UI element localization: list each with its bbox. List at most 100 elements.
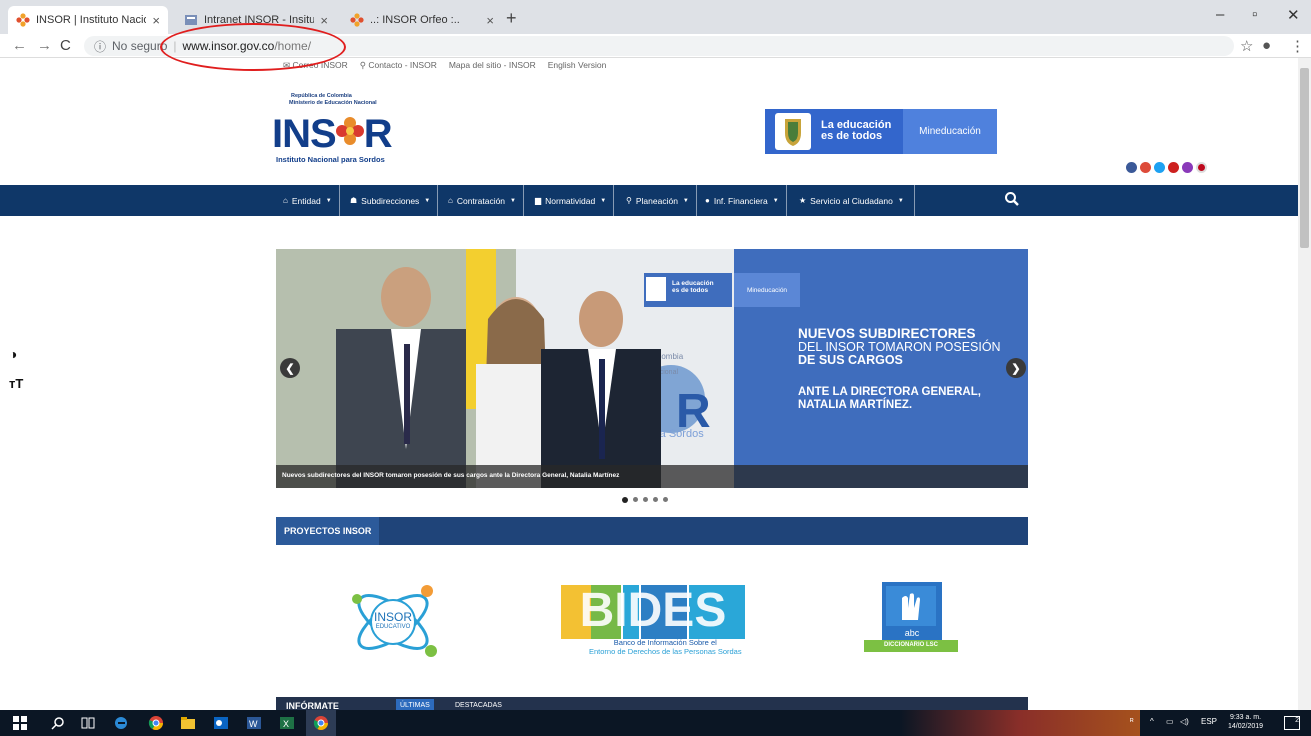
back-icon[interactable]: ←	[12, 37, 27, 54]
facebook-icon[interactable]	[1126, 162, 1137, 173]
svg-text:W: W	[249, 719, 258, 729]
scrollbar-thumb[interactable]	[1300, 68, 1309, 248]
nav-subdirecciones[interactable]: ☗ Subdirecciones ▼	[343, 185, 439, 216]
tab-destacadas[interactable]: DESTACADAS	[451, 699, 506, 710]
slider-dot[interactable]	[622, 497, 628, 503]
top-link-english[interactable]: English Version	[548, 60, 607, 71]
slider-prev-button[interactable]: ❮	[280, 358, 300, 378]
profile-icon[interactable]: ●	[1262, 37, 1271, 54]
clock[interactable]: 9:33 a. m. 14/02/2019	[1228, 713, 1263, 731]
volume-icon[interactable]: ◁)	[1180, 717, 1189, 726]
insor-edu-label: INSOR	[373, 610, 412, 624]
mini-banner-brand: Mineducación	[734, 273, 800, 307]
edu-line2: es de todos	[821, 130, 883, 142]
menu-icon[interactable]: ⋮	[1290, 37, 1305, 55]
insor-logo[interactable]: INS R	[272, 112, 393, 157]
language-indicator[interactable]: ESP	[1201, 717, 1217, 726]
browser-tab-orfeo[interactable]: ..: INSOR Orfeo :.. ×	[342, 6, 502, 34]
close-tab-icon[interactable]: ×	[146, 13, 160, 28]
slider-next-button[interactable]: ❯	[1006, 358, 1026, 378]
caret-down-icon: ▼	[325, 197, 332, 204]
insor-favicon-icon	[16, 13, 30, 27]
nav-inf-financiera[interactable]: ● Inf. Financiera ▼	[698, 185, 787, 216]
tab-ultimas[interactable]: ÚLTIMAS	[396, 699, 434, 710]
bides-label: BIDES	[579, 584, 727, 637]
proyectos-section-bar: PROYECTOS INSOR	[276, 517, 1028, 545]
nav-servicio-ciudadano[interactable]: ★ Servicio al Ciudadano ▼	[792, 185, 915, 216]
top-link-mapa[interactable]: Mapa del sitio - INSOR	[449, 60, 536, 71]
caret-down-icon: ▼	[772, 197, 779, 204]
taskbar-glow	[900, 710, 1140, 736]
educacion-banner-left: La educación es de todos	[765, 109, 903, 154]
dictionary-label: DICCIONARIO LSC	[884, 642, 938, 648]
slider-dot[interactable]	[643, 497, 648, 502]
close-tab-icon[interactable]: ×	[480, 13, 494, 28]
network-icon[interactable]: ▭	[1166, 717, 1174, 726]
instagram-icon[interactable]	[1182, 162, 1193, 173]
chrome-icon[interactable]	[148, 715, 164, 731]
project-bides[interactable]: BIDES	[561, 583, 745, 639]
slide-subheadline: ANTE LA DIRECTORA GENERAL, NATALIA MARTÍ…	[798, 386, 981, 411]
nav-normatividad[interactable]: ▆ Normatividad ▼	[528, 185, 615, 216]
bookmark-star-icon[interactable]: ☆	[1240, 37, 1253, 55]
file-explorer-icon[interactable]	[180, 715, 196, 731]
colombia-shield-icon	[775, 113, 811, 150]
task-view-icon[interactable]	[80, 715, 96, 731]
top-link-contacto[interactable]: ⚲ Contacto - INSOR	[360, 60, 437, 71]
restore-icon[interactable]: ▫	[1252, 6, 1257, 23]
twitter-icon[interactable]	[1154, 162, 1165, 173]
edge-icon[interactable]	[113, 715, 129, 731]
slider-dot[interactable]	[663, 497, 668, 502]
nav-planeacion[interactable]: ⚲ Planeación ▼	[619, 185, 697, 216]
slider-dot[interactable]	[633, 497, 638, 502]
word-icon[interactable]: W	[246, 715, 262, 731]
page-scrollbar[interactable]	[1298, 58, 1311, 710]
logo-republica: República de Colombia	[291, 93, 352, 99]
project-diccionario-lsc[interactable]: abc DICCIONARIO LSC	[864, 582, 958, 660]
caret-down-icon: ▼	[600, 197, 607, 204]
contrast-icon[interactable]: ◑	[9, 346, 17, 362]
outlook-icon[interactable]	[213, 715, 229, 731]
search-icon: ⚲	[626, 196, 632, 205]
search-icon[interactable]	[1004, 191, 1020, 207]
new-tab-button[interactable]: +	[506, 8, 517, 29]
notifications-icon[interactable]: 2	[1284, 716, 1300, 730]
nav-contratacion[interactable]: ⌂ Contratación ▼	[441, 185, 524, 216]
google-plus-icon[interactable]	[1140, 162, 1151, 173]
educacion-banner[interactable]: La educación es de todos Mineducación	[765, 109, 997, 154]
reload-icon[interactable]: C	[60, 37, 71, 54]
logo-subtitle: Instituto Nacional para Sordos	[276, 155, 385, 164]
youtube-icon[interactable]	[1168, 162, 1179, 173]
chrome-active-taskbar-item[interactable]	[306, 710, 336, 736]
close-window-icon[interactable]: ✕	[1287, 6, 1300, 24]
search-icon[interactable]	[50, 715, 66, 731]
insor-flower-icon	[335, 117, 364, 145]
windows-taskbar: W X ᴿ ^ ▭ ◁) ESP 9:33 a. m. 14/02/2019 2	[0, 710, 1311, 736]
informate-title: INFÓRMATE	[286, 701, 339, 710]
close-tab-icon[interactable]: ×	[314, 13, 328, 28]
logo-ministerio: Ministerio de Educación Nacional	[289, 100, 377, 106]
pinterest-icon[interactable]	[1196, 162, 1207, 173]
slider-dot[interactable]	[653, 497, 658, 502]
chrome-icon	[313, 716, 328, 730]
svg-text:ra Sordos: ra Sordos	[656, 428, 704, 440]
text-size-icon[interactable]: ᴛT	[9, 376, 23, 391]
forward-icon[interactable]: →	[37, 37, 52, 54]
top-links: ✉ Correo INSOR ⚲ Contacto - INSOR Mapa d…	[283, 60, 606, 71]
orfeo-favicon-icon	[350, 13, 364, 27]
excel-icon[interactable]: X	[279, 715, 295, 731]
tab-title: ..: INSOR Orfeo :..	[370, 14, 460, 26]
nav-entidad[interactable]: ⌂ Entidad ▼	[276, 185, 340, 216]
caret-down-icon: ▼	[510, 197, 516, 204]
project-insor-educativo[interactable]: INSOR EDUCATIVO	[345, 577, 441, 667]
people-icon[interactable]: ᴿ	[1130, 717, 1134, 726]
users-icon: ☗	[350, 196, 358, 205]
minimize-icon[interactable]: –	[1216, 6, 1224, 23]
chevron-up-icon[interactable]: ^	[1150, 717, 1154, 726]
news-slider[interactable]: lica de Colombia ción Nacional R ra Sord…	[276, 249, 1028, 488]
proyectos-title: PROYECTOS INSOR	[276, 517, 380, 545]
windows-start-icon[interactable]	[12, 715, 28, 731]
caret-down-icon: ▼	[424, 197, 431, 204]
browser-tab-insor[interactable]: INSOR | Instituto Nacional para S ×	[8, 6, 168, 34]
info-icon[interactable]: ⓘ	[94, 38, 106, 55]
